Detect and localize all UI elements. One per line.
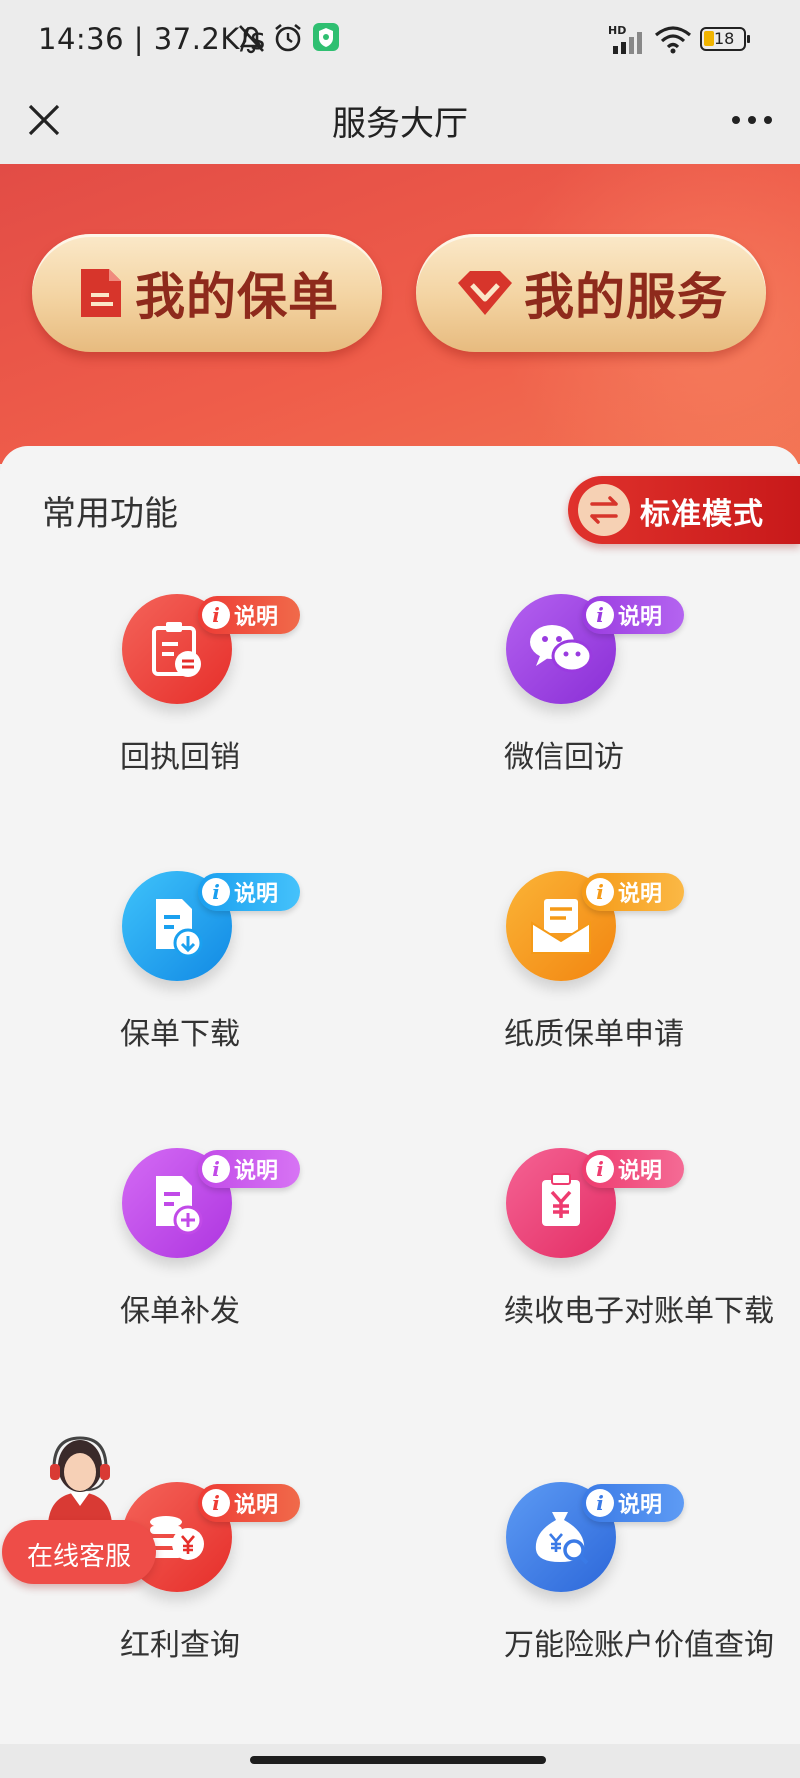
status-time: 14:36 | 37.2K/s [38, 22, 266, 56]
shield-app-icon [313, 23, 339, 51]
badge-label: 说明 [234, 1493, 279, 1518]
info-badge[interactable]: i 说明 [198, 596, 300, 634]
info-badge[interactable]: i 说明 [582, 1150, 684, 1188]
info-icon: i [202, 1489, 230, 1517]
info-icon: i [202, 601, 230, 629]
item-label: 保单补发 [120, 1294, 240, 1329]
item-label: 保单下载 [120, 1017, 240, 1052]
e-statement-download-item[interactable]: i 说明 续收电子对账单下载 [504, 1148, 800, 1368]
item-label: 续收电子对账单下载 [504, 1294, 774, 1329]
policy-download-item[interactable]: i 说明 保单下载 [120, 871, 422, 1091]
badge-label: 说明 [618, 1159, 663, 1184]
switch-arrows-icon [578, 484, 630, 536]
badge-label: 说明 [234, 1159, 279, 1184]
agent-avatar-icon [48, 1436, 112, 1524]
section-title: 常用功能 [42, 494, 178, 534]
info-badge[interactable]: i 说明 [582, 873, 684, 911]
policy-reissue-item[interactable]: i 说明 保单补发 [120, 1148, 422, 1368]
standard-mode-label: 标准模式 [640, 497, 764, 532]
badge-label: 说明 [618, 882, 663, 907]
my-service-button[interactable]: 我的服务 [416, 234, 766, 352]
online-service-button[interactable]: 在线客服 [2, 1520, 156, 1584]
info-badge[interactable]: i 说明 [198, 873, 300, 911]
info-icon: i [586, 1489, 614, 1517]
battery-icon: 18 [700, 27, 750, 51]
info-badge[interactable]: i 说明 [198, 1484, 300, 1522]
item-label: 红利查询 [120, 1628, 240, 1663]
badge-label: 说明 [618, 1493, 663, 1518]
wifi-icon [654, 26, 692, 54]
home-indicator[interactable] [250, 1756, 546, 1764]
more-options-icon[interactable] [728, 100, 776, 140]
item-label: 微信回访 [504, 740, 624, 775]
info-badge[interactable]: i 说明 [198, 1150, 300, 1188]
my-policy-button[interactable]: 我的保单 [32, 234, 382, 352]
badge-label: 说明 [234, 605, 279, 630]
item-label: 万能险账户价值查询 [504, 1628, 774, 1663]
standard-mode-button[interactable]: 标准模式 [568, 476, 800, 544]
receipt-writeoff-item[interactable]: i 说明 回执回销 [120, 594, 422, 814]
info-icon: i [202, 878, 230, 906]
info-icon: i [202, 1155, 230, 1183]
nav-bar: 服务大厅 [0, 80, 800, 164]
info-badge[interactable]: i 说明 [582, 1484, 684, 1522]
policy-doc-icon [81, 269, 121, 317]
my-service-label: 我的服务 [524, 268, 728, 326]
hero-banner: 我的保单 我的服务 [0, 164, 800, 464]
my-policy-label: 我的保单 [135, 268, 339, 326]
battery-level: 18 [714, 29, 735, 48]
info-icon: i [586, 601, 614, 629]
item-label: 纸质保单申请 [504, 1017, 684, 1052]
diamond-icon [458, 271, 512, 315]
online-service-label: 在线客服 [26, 1542, 131, 1572]
item-label: 回执回销 [120, 740, 240, 775]
bell-muted-icon [239, 25, 264, 54]
info-icon: i [586, 878, 614, 906]
online-service-float[interactable]: 在线客服 [0, 1428, 160, 1588]
alarm-clock-icon [275, 23, 301, 52]
dividend-query-item[interactable]: i 说明 红利查询 [120, 1482, 422, 1702]
status-bar: 14:36 | 37.2K/s HD 18 [0, 0, 800, 80]
badge-label: 说明 [618, 605, 663, 630]
wechat-revisit-item[interactable]: i 说明 微信回访 [504, 594, 800, 814]
signal-icon [613, 32, 642, 54]
badge-label: 说明 [234, 882, 279, 907]
paper-policy-request-item[interactable]: i 说明 纸质保单申请 [504, 871, 800, 1091]
info-icon: i [586, 1155, 614, 1183]
page-title: 服务大厅 [332, 104, 468, 144]
universal-account-value-query-item[interactable]: i 说明 万能险账户价值查询 [504, 1482, 800, 1702]
info-badge[interactable]: i 说明 [582, 596, 684, 634]
